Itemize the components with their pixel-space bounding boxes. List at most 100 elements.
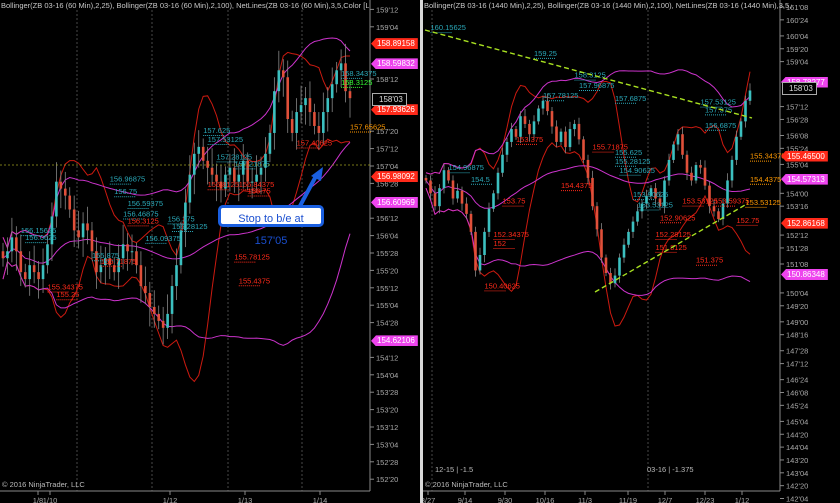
date-tick-label: 10/16 [536, 496, 555, 503]
candle-body [532, 121, 536, 135]
candle-body [600, 229, 603, 258]
price-level-label: 157.21875 [234, 159, 269, 168]
price-level-label: 156.75 [114, 187, 137, 196]
candle-body [259, 167, 263, 175]
candle-body [322, 112, 325, 133]
contract-label: 03-16 | -1.375 [647, 465, 694, 474]
candle-body [703, 167, 707, 186]
price-tick-label: 152'28 [376, 458, 398, 467]
date-tick-label: 1/14 [313, 496, 328, 503]
candle-body [429, 180, 432, 194]
chart-panel-60min[interactable]: Bollinger(ZB 03-16 (60 Min),2,25), Bolli… [0, 0, 420, 503]
price-level-label: 157.375 [705, 105, 732, 114]
price-tick-label: 160'04 [786, 32, 808, 41]
candle-body [748, 90, 752, 101]
candle-body [81, 223, 85, 238]
candle-body [627, 231, 630, 245]
price-level-label: 157.65625 [350, 122, 385, 131]
candle-body [582, 139, 585, 160]
price-tick-label: 143'04 [786, 469, 808, 478]
price-tick-label: 145'04 [786, 417, 808, 426]
candle-body [492, 193, 495, 209]
date-tick-label: 8/27 [423, 496, 435, 503]
chart-canvas-60min[interactable]: 159'12159'04158'12157'20157'12157'04156'… [0, 0, 420, 503]
candle-body [273, 91, 276, 133]
candle-body [148, 293, 152, 307]
candle-body [206, 160, 209, 168]
indicator-header: Bollinger(ZB 03-16 (60 Min),2,25), Bolli… [1, 1, 369, 10]
indicator-header: Bollinger(ZB 03-16 (1440 Min),2,25), Bol… [424, 1, 792, 10]
candle-body [523, 116, 527, 124]
chart-canvas-1440min[interactable]: 161'08160'24160'04159'20159'04157'12156'… [423, 0, 840, 503]
candle-body [577, 123, 581, 140]
price-tick-label: 149'20 [786, 302, 808, 311]
candle-body [175, 265, 178, 287]
price-tick-label: 143'20 [786, 456, 808, 465]
current-price-box: 158'03 [372, 92, 407, 106]
price-tick-label: 150'04 [786, 289, 808, 298]
candle-body [546, 100, 549, 112]
chart-panel-1440min[interactable]: Bollinger(ZB 03-16 (1440 Min),2,25), Bol… [423, 0, 840, 503]
candle-body [667, 159, 671, 181]
candle-body [286, 77, 290, 120]
candle-body [528, 123, 531, 135]
price-tick-label: 154'28 [376, 319, 398, 328]
candle-body [68, 195, 72, 210]
candle-body [6, 251, 9, 259]
price-level-label: 156.09375 [145, 234, 180, 243]
price-tick-label: 153'20 [376, 406, 398, 415]
price-marker-tag: 154.62106 [371, 335, 418, 347]
price-tick-label: 154'04 [376, 371, 398, 380]
candle-body [519, 116, 522, 137]
price-level-label: 157.6875 [615, 94, 646, 103]
price-tick-label: 152'12 [786, 231, 808, 240]
price-tick-label: 157'12 [786, 103, 808, 112]
price-tick-label: 151'08 [786, 260, 808, 269]
candle-body [41, 265, 45, 280]
candle-body [586, 159, 590, 178]
price-tick-label: 145'24 [786, 401, 808, 410]
price-level-label: 150.40625 [485, 281, 520, 290]
candle-body [739, 121, 743, 137]
date-tick-label: 1/10 [43, 496, 58, 503]
price-tick-label: 159'12 [376, 5, 398, 14]
candle-body [210, 167, 214, 175]
price-level-label: 156.8125 [208, 180, 239, 189]
candle-body [451, 180, 455, 199]
price-tick-label: 142'04 [786, 495, 808, 503]
candle-body [564, 131, 567, 148]
date-tick-label: 11/19 [619, 496, 637, 503]
candle-body [478, 255, 482, 271]
candle-body [460, 190, 464, 204]
price-tick-label: 144'20 [786, 430, 808, 439]
price-tick-label: 153'04 [376, 440, 398, 449]
price-level-label: 160.15625 [431, 23, 466, 32]
candle-body [456, 190, 459, 199]
price-level-label: 156.3125 [128, 216, 159, 225]
price-level-label: 153.90625 [633, 190, 668, 199]
candle-body [690, 172, 693, 181]
candle-body [299, 105, 303, 113]
price-level-label: 151.375 [696, 256, 723, 265]
candle-body [717, 211, 720, 220]
price-tick-label: 155'04 [376, 301, 398, 310]
candle-body [290, 119, 294, 133]
price-marker-tag: 155.46500 [781, 150, 828, 162]
price-marker-tag: 154.57313 [781, 173, 828, 185]
candle-body [694, 165, 698, 181]
price-level-label: 157.96875 [579, 81, 614, 90]
price-tick-label: 157'12 [376, 145, 398, 154]
price-level-label: 152.28125 [656, 230, 691, 239]
candle-body [496, 172, 500, 194]
candle-body [573, 123, 576, 130]
price-marker-tag: 150.86348 [781, 269, 828, 281]
candle-body [157, 313, 161, 321]
price-marker-tag: 157.93626 [371, 104, 418, 116]
price-tick-label: 155'28 [376, 249, 398, 258]
price-marker-tag: 158.59832 [371, 58, 418, 70]
candle-body [712, 206, 716, 212]
candle-body [77, 230, 80, 238]
price-level-label: 155.25 [56, 290, 79, 299]
candle-body [326, 98, 330, 113]
price-level-label: 154.5 [471, 175, 490, 184]
